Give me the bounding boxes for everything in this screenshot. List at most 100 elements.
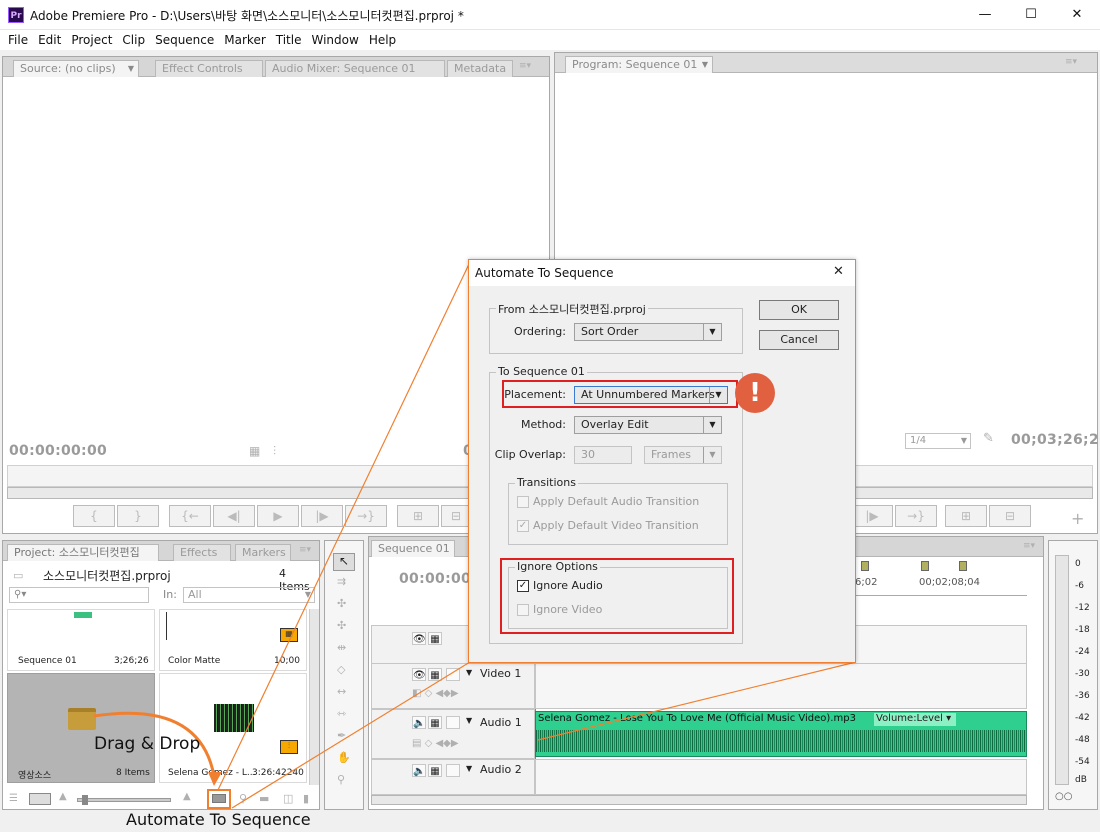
clip-overlap-input[interactable]: 30 bbox=[574, 446, 632, 464]
menu-clip[interactable]: Clip bbox=[117, 30, 150, 50]
go-to-out-button[interactable]: →} bbox=[345, 505, 387, 527]
zoom-out-icon[interactable]: ▲ bbox=[59, 791, 67, 802]
lift-button[interactable]: ⊞ bbox=[945, 505, 987, 527]
placement-dropdown[interactable]: At Unnumbered Markers ▼ bbox=[574, 386, 728, 404]
clip-effect-dropdown[interactable]: Volume:Level ▾ bbox=[874, 713, 956, 726]
insert-button[interactable]: ⊞ bbox=[397, 505, 439, 527]
overlap-unit-dropdown[interactable]: Frames ▼ bbox=[644, 446, 722, 464]
speaker-icon[interactable]: 🔈 bbox=[412, 716, 426, 729]
tab-sequence-01[interactable]: Sequence 01 bbox=[371, 540, 455, 557]
find-icon[interactable]: ⚲ bbox=[239, 792, 247, 805]
track-video1-area[interactable] bbox=[535, 663, 1027, 709]
tab-project[interactable]: Project: 소스모니터컷편집 bbox=[7, 544, 159, 561]
play-button[interactable]: ▶ bbox=[257, 505, 299, 527]
panel-menu-icon[interactable]: ≡▾ bbox=[1023, 541, 1035, 551]
minimize-button[interactable]: — bbox=[962, 0, 1008, 30]
audio-clip[interactable]: Selena Gomez - Lose You To Love Me (Offi… bbox=[535, 711, 1027, 757]
dialog-close-button[interactable]: ✕ bbox=[833, 264, 844, 279]
program-time-ruler[interactable] bbox=[855, 465, 1093, 487]
menu-sequence[interactable]: Sequence bbox=[150, 30, 219, 50]
slip-tool-icon[interactable]: ↔ bbox=[337, 685, 346, 698]
list-view-icon[interactable]: ☰ bbox=[9, 793, 18, 804]
ripple-edit-tool-icon[interactable]: ✣ bbox=[337, 597, 346, 610]
menu-title[interactable]: Title bbox=[271, 30, 307, 50]
keyframe-nav-icon[interactable]: ◧ ◇ ◀◆▶ bbox=[412, 688, 459, 699]
tab-effects[interactable]: Effects bbox=[173, 544, 231, 561]
marker-icon[interactable] bbox=[959, 561, 967, 571]
marker-icon[interactable] bbox=[921, 561, 929, 571]
panel-menu-icon[interactable]: ≡▾ bbox=[299, 545, 311, 555]
collapse-icon[interactable]: ▼ bbox=[466, 764, 472, 773]
slide-tool-icon[interactable]: ⇿ bbox=[337, 707, 346, 720]
tab-audio-mixer[interactable]: Audio Mixer: Sequence 01 bbox=[265, 60, 445, 77]
zoom-in-icon[interactable]: ▲ bbox=[183, 791, 191, 802]
pen-tool-icon[interactable]: ✒ bbox=[337, 729, 346, 742]
ignore-video-checkbox[interactable] bbox=[517, 604, 529, 616]
panel-menu-icon[interactable]: ≡▾ bbox=[519, 61, 531, 71]
bin-item-folder[interactable]: 영상소스 8 Items bbox=[7, 673, 155, 783]
program-scrollbar[interactable] bbox=[855, 487, 1093, 499]
in-dropdown[interactable]: All ▼ bbox=[183, 587, 315, 603]
bin-item-color-matte[interactable]: ▦ Color Matte 10;00 bbox=[159, 609, 307, 671]
rolling-edit-tool-icon[interactable]: ✣ bbox=[337, 619, 346, 632]
menu-file[interactable]: File bbox=[3, 30, 33, 50]
menu-marker[interactable]: Marker bbox=[219, 30, 270, 50]
step-back-button[interactable]: ◀| bbox=[213, 505, 255, 527]
meter-solo-icon[interactable]: ○○ bbox=[1055, 791, 1072, 802]
film-icon[interactable]: ▦ bbox=[428, 668, 442, 681]
audio-transition-checkbox[interactable] bbox=[517, 496, 529, 508]
icon-view-icon[interactable] bbox=[29, 793, 51, 805]
panel-menu-icon[interactable]: ≡▾ bbox=[1065, 57, 1077, 67]
automate-to-sequence-button[interactable] bbox=[207, 789, 231, 809]
track-audio2-area[interactable] bbox=[535, 759, 1027, 795]
bin-item-audio[interactable]: ⫶ Selena Gomez - L... 3:26:42240 bbox=[159, 673, 307, 783]
menu-edit[interactable]: Edit bbox=[33, 30, 66, 50]
search-input[interactable]: ⚲▾ bbox=[9, 587, 149, 603]
lock-icon[interactable] bbox=[446, 716, 460, 729]
tab-effect-controls[interactable]: Effect Controls bbox=[155, 60, 263, 77]
extract-button[interactable]: ⊟ bbox=[989, 505, 1031, 527]
trash-icon[interactable]: ▮ bbox=[303, 792, 309, 805]
collapse-icon[interactable]: ▼ bbox=[466, 668, 472, 677]
wrench-icon[interactable]: ✎ bbox=[983, 431, 994, 446]
hand-tool-icon[interactable]: ✋ bbox=[337, 751, 351, 764]
rate-stretch-tool-icon[interactable]: ⇹ bbox=[337, 641, 346, 654]
go-to-in-button[interactable]: {← bbox=[169, 505, 211, 527]
film-icon[interactable]: ▦ bbox=[428, 632, 442, 645]
menu-window[interactable]: Window bbox=[306, 30, 363, 50]
ignore-audio-checkbox[interactable]: ✓ bbox=[517, 580, 529, 592]
marker-icon[interactable] bbox=[861, 561, 869, 571]
lock-icon[interactable] bbox=[446, 764, 460, 777]
overwrite-button[interactable]: ⊟ bbox=[441, 505, 471, 527]
new-bin-icon[interactable]: ▬ bbox=[259, 792, 269, 805]
ordering-dropdown[interactable]: Sort Order ▼ bbox=[574, 323, 722, 341]
step-forward-button[interactable]: |▶ bbox=[301, 505, 343, 527]
zoom-slider[interactable] bbox=[77, 795, 171, 805]
new-item-icon[interactable]: ◫ bbox=[283, 792, 293, 805]
mark-out-button[interactable]: } bbox=[117, 505, 159, 527]
ok-button[interactable]: OK bbox=[759, 300, 839, 320]
track-select-tool-icon[interactable]: ⇉ bbox=[337, 575, 346, 588]
add-button-icon[interactable]: + bbox=[1071, 509, 1084, 528]
speaker-icon[interactable]: 🔈 bbox=[412, 764, 426, 777]
film-icon[interactable]: ▦ bbox=[428, 764, 442, 777]
keyframe-nav-icon[interactable]: ▤ ◇ ◀◆▶ bbox=[412, 738, 459, 749]
tab-program[interactable]: Program: Sequence 01 ▼ bbox=[565, 56, 713, 73]
zoom-dropdown[interactable]: 1/4 ▼ bbox=[905, 433, 971, 449]
tab-metadata[interactable]: Metadata bbox=[447, 60, 513, 77]
close-button[interactable]: ✕ bbox=[1054, 0, 1100, 30]
zoom-tool-icon[interactable]: ⚲ bbox=[337, 773, 345, 786]
film-icon[interactable]: ▦ bbox=[249, 444, 260, 458]
source-time-ruler[interactable] bbox=[7, 465, 547, 487]
video-transition-checkbox[interactable]: ✓ bbox=[517, 520, 529, 532]
menu-help[interactable]: Help bbox=[364, 30, 401, 50]
collapse-icon[interactable]: ▼ bbox=[466, 716, 472, 725]
lock-icon[interactable] bbox=[446, 668, 460, 681]
mark-in-button[interactable]: { bbox=[73, 505, 115, 527]
film-icon[interactable]: ▦ bbox=[428, 716, 442, 729]
method-dropdown[interactable]: Overlay Edit ▼ bbox=[574, 416, 722, 434]
audio-wave-icon[interactable]: ⫶ bbox=[273, 444, 276, 459]
cancel-button[interactable]: Cancel bbox=[759, 330, 839, 350]
source-scrollbar[interactable] bbox=[7, 487, 547, 499]
timeline-scrollbar[interactable] bbox=[371, 795, 1027, 805]
